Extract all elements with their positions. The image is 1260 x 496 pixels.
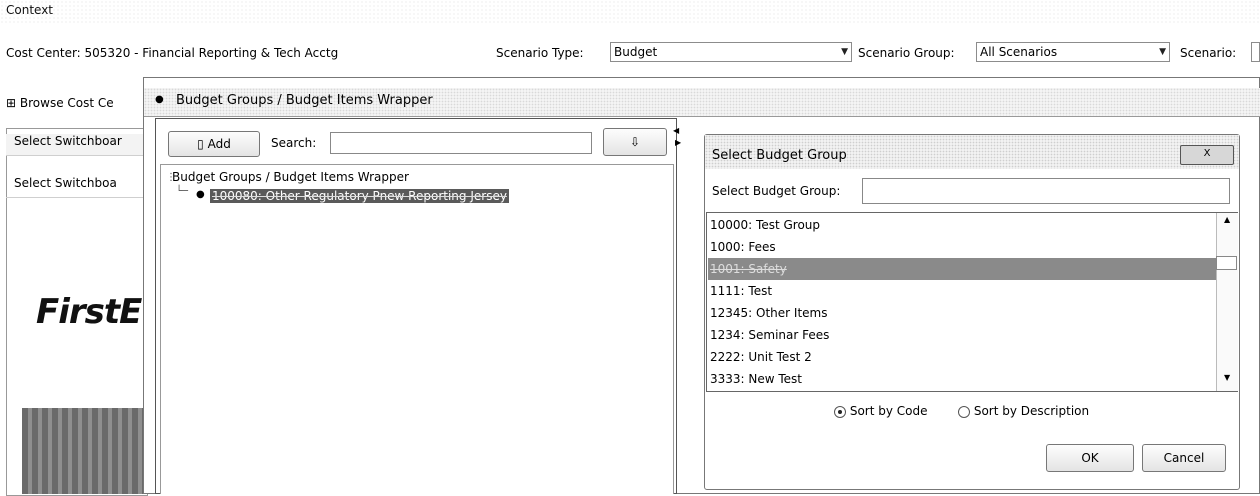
- cancel-button[interactable]: Cancel: [1142, 444, 1226, 472]
- scenario-select[interactable]: [1251, 42, 1260, 62]
- tree-root-label[interactable]: Budget Groups / Budget Items Wrapper: [172, 170, 409, 184]
- chevron-down-icon[interactable]: ▼: [1159, 43, 1166, 61]
- chevron-down-icon[interactable]: ▼: [841, 43, 848, 61]
- listbox-scrollbar[interactable]: ▲ ▼: [1216, 213, 1238, 391]
- browse-tab-label: Browse Cost Ce: [19, 96, 114, 110]
- list-item[interactable]: 1001: Safety: [708, 258, 1216, 280]
- list-item[interactable]: 12345: Other Items: [708, 302, 1216, 324]
- scroll-down-icon[interactable]: ▼: [1224, 373, 1230, 382]
- scenario-group-label: Scenario Group:: [858, 46, 955, 60]
- sort-by-description-radio[interactable]: [958, 405, 970, 418]
- search-label: Search:: [271, 136, 317, 150]
- building-image: [22, 408, 146, 494]
- add-button-label: Add: [207, 137, 231, 151]
- scenario-type-label: Scenario Type:: [496, 46, 584, 60]
- arrow-down-icon: ⇩: [629, 135, 641, 149]
- grid-icon: ⊞: [6, 96, 17, 110]
- tree-connector-icon: └─: [176, 186, 189, 197]
- scenario-label: Scenario:: [1180, 46, 1237, 60]
- tree-node-selected[interactable]: 100080: Other Regulatory Pnew Reporting …: [210, 189, 509, 203]
- switchboard-row-2[interactable]: Select Switchboa: [6, 176, 146, 198]
- sort-by-code-radio[interactable]: [834, 405, 846, 418]
- dialog-close-button[interactable]: X: [1180, 145, 1234, 165]
- sort-by-code-option[interactable]: Sort by Code: [834, 404, 928, 418]
- context-label: Context: [6, 3, 54, 17]
- close-icon: X: [1203, 148, 1211, 159]
- splitter-left-arrow-icon[interactable]: ◀: [673, 126, 679, 135]
- firstenergy-logo: FirstE: [36, 292, 142, 332]
- sort-by-code-label: Sort by Code: [849, 404, 928, 418]
- search-go-button[interactable]: ⇩: [603, 128, 667, 156]
- list-item[interactable]: 1000: Fees: [708, 236, 1216, 258]
- dialog-title: Select Budget Group: [712, 148, 847, 163]
- cost-center-label: Cost Center: 505320 - Financial Reportin…: [6, 46, 339, 60]
- add-document-icon: ▯: [197, 137, 204, 151]
- budget-group-field-label: Select Budget Group:: [712, 184, 841, 198]
- list-item[interactable]: 2222: Unit Test 2: [708, 346, 1216, 368]
- tree-node-bullet-icon: ●: [196, 189, 205, 200]
- scenario-type-select[interactable]: Budget ▼: [610, 42, 852, 62]
- list-item[interactable]: 1111: Test: [708, 280, 1216, 302]
- sort-by-description-option[interactable]: Sort by Description: [958, 404, 1089, 418]
- list-item[interactable]: 1234: Seminar Fees: [708, 324, 1216, 346]
- scroll-thumb[interactable]: [1216, 256, 1237, 270]
- scenario-group-select[interactable]: All Scenarios ▼: [976, 42, 1170, 62]
- budget-group-input[interactable]: [862, 178, 1230, 204]
- search-input[interactable]: [330, 132, 592, 154]
- context-strip: [0, 0, 1260, 24]
- switchboard-row-1[interactable]: Select Switchboar: [6, 134, 146, 156]
- splitter-right-arrow-icon[interactable]: ▶: [675, 138, 681, 147]
- list-item[interactable]: 10000: Test Group: [708, 214, 1216, 236]
- list-item[interactable]: 3333: New Test: [708, 368, 1216, 390]
- ok-button[interactable]: OK: [1046, 444, 1134, 472]
- add-button[interactable]: ▯ Add: [168, 131, 260, 157]
- sort-by-description-label: Sort by Description: [973, 404, 1090, 418]
- pane-splitter[interactable]: ◀ ▶: [672, 118, 682, 494]
- pin-icon[interactable]: ●: [155, 94, 164, 105]
- scenario-type-value: Budget: [614, 45, 658, 59]
- scenario-group-value: All Scenarios: [980, 45, 1058, 59]
- budget-tree: [160, 164, 674, 494]
- scroll-up-icon[interactable]: ▲: [1224, 215, 1230, 224]
- browse-cost-center-tab[interactable]: ⊞ Browse Cost Ce: [6, 96, 114, 110]
- wrapper-title: Budget Groups / Budget Items Wrapper: [176, 93, 433, 108]
